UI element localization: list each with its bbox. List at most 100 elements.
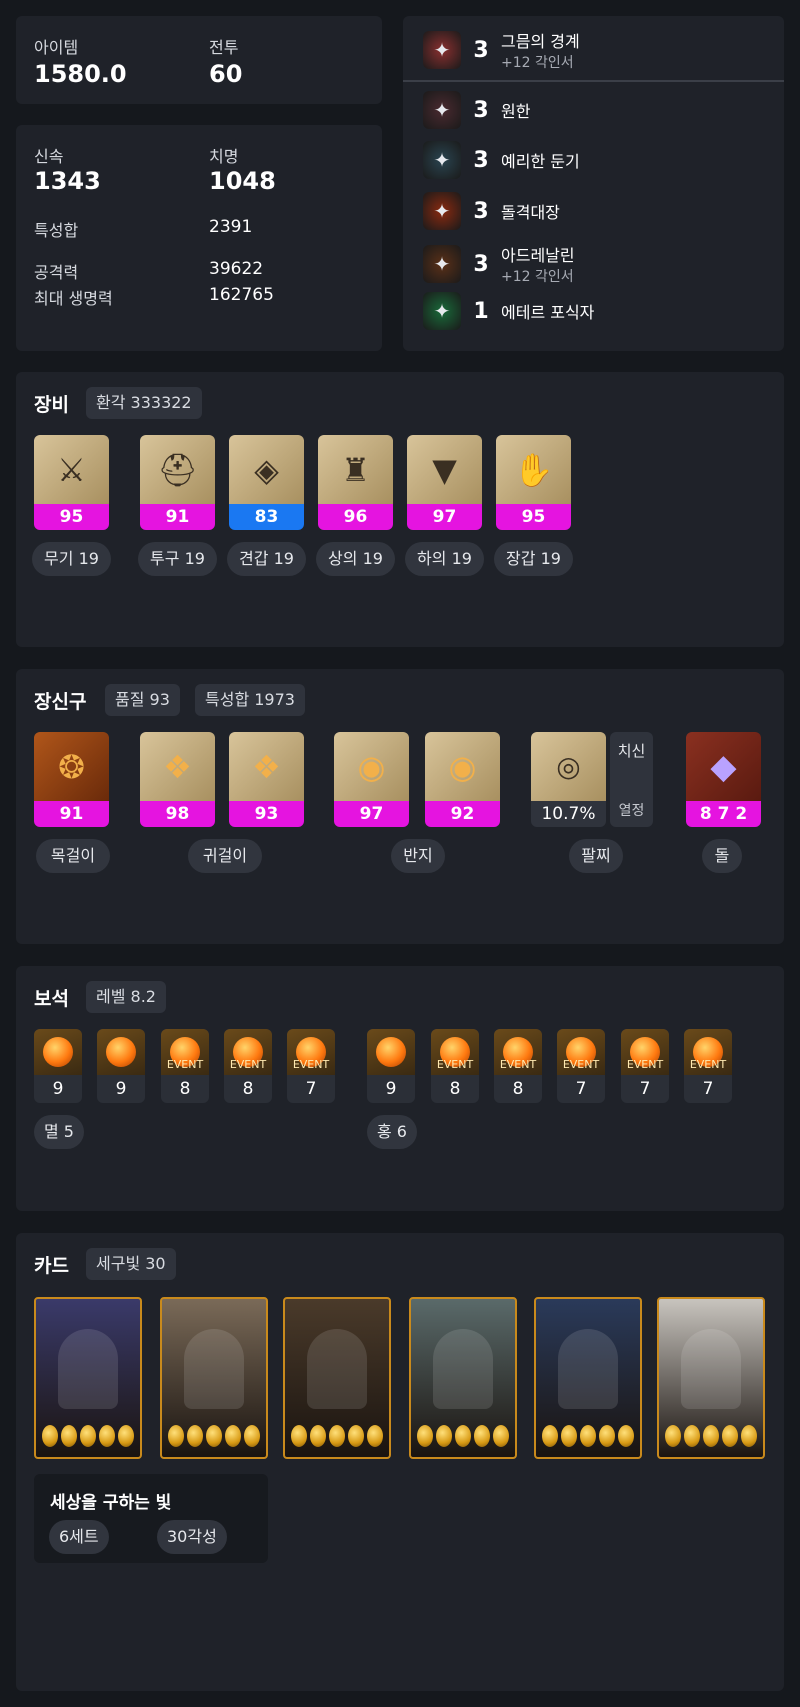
gem-item[interactable]: 9 [367,1029,415,1103]
shoulder-icon: ◈ [229,435,304,504]
accessory-quality: 92 [425,801,500,827]
necklace-label: 목걸이 [36,839,110,873]
engraving-level: 3 [473,251,489,277]
keen-blunt-icon: ✦ [423,141,461,179]
accessory-item[interactable]: ❂ 91 [34,732,109,827]
bracelet-stat-crit-swift: 치신 [617,742,646,760]
gems-section: 보석 레벨 8.2 9 9 EVENT 8 EVENT 8 EVENT 7 9 EVENT 8 EVE… [16,966,784,1211]
awaken-gem-icon [722,1425,738,1447]
accessory-quality: 93 [229,801,304,827]
gem-icon [34,1029,82,1075]
card-item[interactable] [283,1297,391,1459]
gem-icon [97,1029,145,1075]
bracelet-label: 팔찌 [569,839,623,873]
gem-group-left-label: 멸 5 [34,1115,84,1149]
gem-item[interactable]: EVENT 8 [161,1029,209,1103]
equipment-label: 무기 19 [32,542,111,576]
gem-icon: EVENT [161,1029,209,1075]
ring-icon: ◉ [334,732,409,801]
awaken-gem-icon [493,1425,509,1447]
gem-event-tag: EVENT [626,1058,664,1071]
awaken-gem-icon [225,1425,241,1447]
accessories-title: 장신구 [34,691,87,713]
equipment-item[interactable]: ◈ 83 [229,435,304,530]
gem-group-right-label: 홍 6 [367,1115,417,1149]
accessory-quality: 91 [34,801,109,827]
engraving-row[interactable]: ✦ 3 돌격대장 [423,192,560,230]
equipment-item[interactable]: ♜ 96 [318,435,393,530]
engraving-name: 에테르 포식자 [501,303,595,322]
awaken-gem-icon [542,1425,558,1447]
engraving-level: 3 [473,147,489,173]
item-level-label: 아이템 [34,38,79,57]
awaken-gem-icon [61,1425,77,1447]
engraving-row[interactable]: ✦ 3 예리한 둔기 [423,141,580,179]
gems-title: 보석 [34,988,69,1010]
accessories-section: 장신구 품질 93 특성합 1973 ❂ 91 ❖ 98 ❖ 93 ◉ 97 ◉ 92 ◎ 10.… [16,669,784,944]
card-item[interactable] [409,1297,517,1459]
gem-item[interactable]: EVENT 7 [621,1029,669,1103]
awaken-gem-icon [99,1425,115,1447]
gem-icon: EVENT [224,1029,272,1075]
card-item[interactable] [657,1297,765,1459]
awaken-gem-icon [168,1425,184,1447]
engraving-text: 에테르 포식자 [501,299,594,323]
equipment-item[interactable]: ▼ 97 [407,435,482,530]
engraving-row[interactable]: ✦ 3 그믐의 경계 +12 각인서 [423,28,580,72]
accessory-item[interactable]: ❖ 93 [229,732,304,827]
equipment-item[interactable]: ✋ 95 [496,435,571,530]
attack-value: 39622 [209,259,264,279]
gem-level: 9 [385,1079,397,1099]
gem-item[interactable]: EVENT 7 [684,1029,732,1103]
card-item[interactable] [160,1297,268,1459]
card-awaken-row [42,1425,134,1447]
bracelet-item[interactable]: ◎ 10.7% [531,732,606,827]
awaken-gem-icon [580,1425,596,1447]
gem-item[interactable]: EVENT 7 [557,1029,605,1103]
card-item[interactable] [534,1297,642,1459]
gem-event-tag: EVENT [292,1058,330,1071]
engraving-row[interactable]: ✦ 3 원한 [423,91,530,129]
accessories-quality-badge: 품질 93 [105,684,180,716]
gem-item[interactable]: EVENT 8 [224,1029,272,1103]
awaken-gem-icon [42,1425,58,1447]
gem-icon [367,1029,415,1075]
awaken-gem-icon [474,1425,490,1447]
equipment-quality: 95 [496,504,571,530]
card-wanderer-icon [558,1329,618,1409]
bracelet-stats: 치신 열정 [610,732,653,827]
equipment-quality: 91 [140,504,215,530]
card-elder-icon [433,1329,493,1409]
engraving-row[interactable]: ✦ 3 아드레날린 +12 각인서 [423,242,575,286]
gem-item[interactable]: 9 [97,1029,145,1103]
awaken-gem-icon [703,1425,719,1447]
gem-level: 7 [639,1079,651,1099]
card-item[interactable] [34,1297,142,1459]
equipment-title: 장비 [34,394,69,416]
gem-level: 9 [52,1079,64,1099]
ability-stone-item[interactable]: ◆ 8 7 2 [686,732,761,827]
swift-value: 1343 [34,167,101,195]
maxhp-value: 162765 [209,285,274,305]
engraving-row[interactable]: ✦ 1 에테르 포식자 [423,292,594,330]
awaken-gem-icon [118,1425,134,1447]
accessory-item[interactable]: ❖ 98 [140,732,215,827]
equipment-item[interactable]: ⛑ 91 [140,435,215,530]
gem-item[interactable]: 9 [34,1029,82,1103]
engraving-text: 돌격대장 [501,199,560,223]
awaken-gem-icon [417,1425,433,1447]
awaken-gem-icon [310,1425,326,1447]
dark-scythe-icon: ✦ [423,31,461,69]
gem-item[interactable]: EVENT 8 [431,1029,479,1103]
accessory-item[interactable]: ◉ 97 [334,732,409,827]
gem-icon: EVENT [684,1029,732,1075]
engraving-book: +12 각인서 [501,269,574,285]
gem-item[interactable]: EVENT 7 [287,1029,335,1103]
equipment-quality: 96 [318,504,393,530]
gem-item[interactable]: EVENT 8 [494,1029,542,1103]
ring-icon: ◉ [425,732,500,801]
accessories-trait-badge: 특성합 1973 [195,684,305,716]
accessory-item[interactable]: ◉ 92 [425,732,500,827]
engraving-level: 3 [473,97,489,123]
equipment-item[interactable]: ⚔ 95 [34,435,109,530]
